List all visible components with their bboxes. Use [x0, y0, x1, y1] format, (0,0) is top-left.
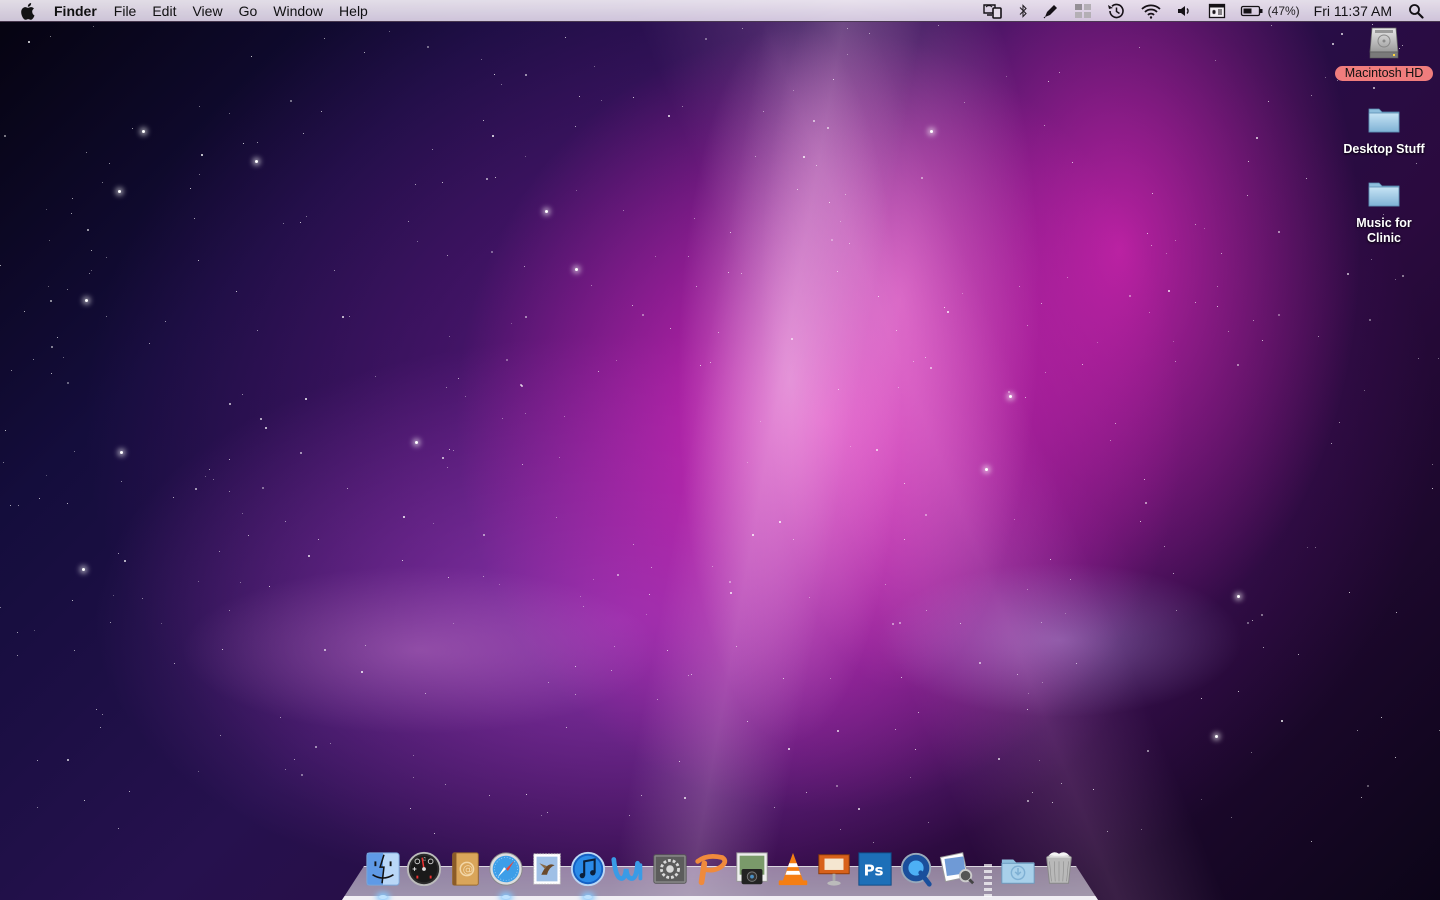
adobe-photoshop-icon: Ps	[857, 852, 892, 886]
address-book-icon: @	[451, 852, 479, 886]
quicktime-player-icon	[900, 852, 932, 887]
running-indicator	[583, 895, 592, 899]
folder-icon	[1364, 176, 1404, 212]
running-indicator	[378, 895, 387, 899]
dock-separator[interactable]	[977, 848, 997, 898]
bluetooth-icon[interactable]	[1011, 0, 1035, 22]
dock-finder[interactable]	[362, 848, 403, 899]
menu-file[interactable]: File	[106, 0, 145, 22]
spaces-icon[interactable]	[1067, 0, 1099, 22]
dock-items: ♫ @ Ps	[362, 848, 1079, 899]
running-indicator	[501, 895, 510, 899]
ink-pen-icon[interactable]	[1035, 0, 1067, 22]
hard-drive-icon	[1364, 26, 1404, 62]
finder-icon	[365, 852, 400, 886]
keynote-icon	[817, 854, 850, 886]
svg-text:@: @	[462, 864, 472, 876]
apple-menu-icon[interactable]	[18, 2, 40, 20]
system-preferences-icon	[652, 854, 687, 884]
microsoft-powerpoint-icon	[694, 853, 727, 886]
itunes-icon	[570, 851, 605, 887]
volume-icon[interactable]	[1169, 0, 1201, 22]
safari-icon	[488, 852, 523, 886]
dock-vlc[interactable]	[772, 848, 813, 890]
folder-icon	[1364, 102, 1404, 138]
image-capture-icon	[735, 852, 768, 885]
dock-system-preferences[interactable]	[649, 848, 690, 890]
dashboard-icon: ♫	[406, 851, 441, 887]
dock-preview[interactable]	[936, 848, 977, 890]
dock-itunes[interactable]	[567, 848, 608, 899]
desktop-icon-desktop-stuff[interactable]: Desktop Stuff	[1329, 102, 1439, 157]
dock-address-book[interactable]: @	[444, 848, 485, 890]
downloads-folder-icon	[1000, 859, 1035, 884]
menu-view[interactable]: View	[184, 0, 230, 22]
dock-safari[interactable]	[485, 848, 526, 899]
vlc-icon	[778, 852, 807, 886]
desktop-icon-music-for-clinic[interactable]: Music for Clinic	[1329, 176, 1439, 246]
microsoft-word-icon	[610, 857, 642, 881]
dock-adobe-photoshop[interactable]: Ps	[854, 848, 895, 890]
dock-quicktime-player[interactable]	[895, 848, 936, 890]
dock-dashboard[interactable]: ♫	[403, 848, 444, 890]
menu-extras: (47%) Fri 11:37 AM	[970, 0, 1440, 22]
desktop-icon-label: Macintosh HD	[1334, 66, 1434, 81]
dock: ♫ @ Ps	[0, 830, 1440, 900]
dock-microsoft-powerpoint[interactable]	[690, 848, 731, 890]
menu-finder[interactable]: Finder	[54, 0, 106, 22]
menu-help[interactable]: Help	[331, 0, 376, 22]
desktop-icon-macintosh-hd[interactable]: Macintosh HD	[1329, 26, 1439, 81]
menu-window[interactable]: Window	[265, 0, 331, 22]
menu-clock[interactable]: Fri 11:37 AM	[1304, 0, 1402, 22]
battery-percent: (47%)	[1267, 3, 1300, 18]
time-machine-icon[interactable]	[1099, 0, 1133, 22]
display-mirroring-icon[interactable]	[970, 0, 1011, 22]
dock-keynote[interactable]	[813, 848, 854, 890]
clock-text: Fri 11:37 AM	[1313, 2, 1392, 19]
dock-mail[interactable]	[526, 848, 567, 890]
desktop-wallpaper[interactable]	[0, 0, 1440, 900]
trash-icon	[1045, 852, 1072, 884]
dock-image-capture[interactable]	[731, 848, 772, 890]
desktop-icon-label: Desktop Stuff	[1343, 142, 1425, 156]
mail-icon	[532, 853, 561, 885]
wifi-icon[interactable]	[1133, 0, 1169, 22]
dock-microsoft-word[interactable]	[608, 848, 649, 890]
dock-downloads-stack[interactable]	[997, 848, 1038, 890]
battery-icon[interactable]: (47%)	[1233, 0, 1304, 22]
svg-text:Ps: Ps	[863, 862, 883, 880]
preview-icon	[939, 852, 974, 885]
spotlight-search-icon[interactable]	[1402, 0, 1440, 22]
menu-edit[interactable]: Edit	[144, 0, 184, 22]
dock-trash[interactable]	[1038, 848, 1079, 890]
input-menu-icon[interactable]	[1201, 0, 1233, 22]
menu-go[interactable]: Go	[231, 0, 266, 22]
menu-bar: Finder File Edit View Go Window Help (47…	[0, 0, 1440, 22]
desktop-icon-label: Music for Clinic	[1356, 216, 1412, 245]
